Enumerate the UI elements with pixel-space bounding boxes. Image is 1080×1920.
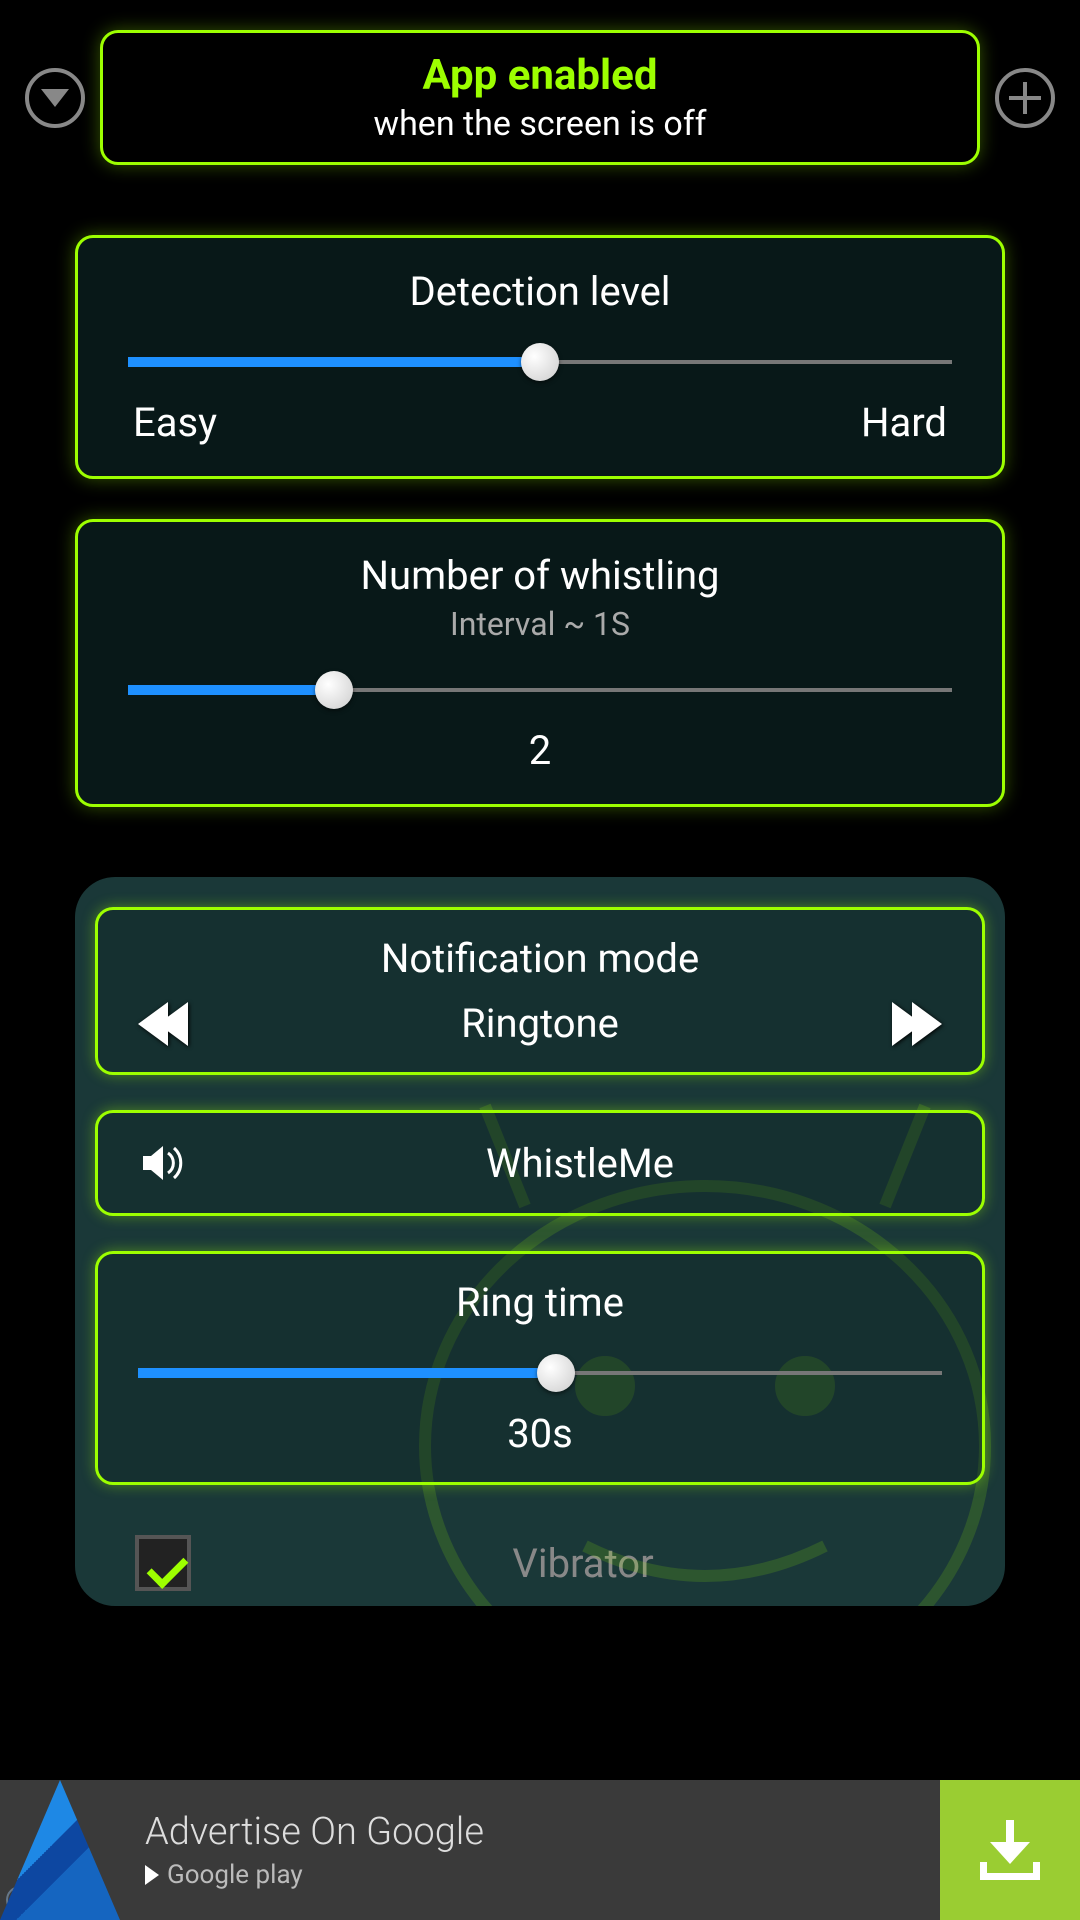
add-button[interactable]	[995, 68, 1055, 128]
notification-mode-card: Notification mode Ringtone	[95, 907, 985, 1075]
ad-store: Google play	[145, 1860, 940, 1890]
ringtime-value: 30s	[138, 1410, 942, 1457]
next-mode-button[interactable]	[912, 1002, 942, 1046]
ringtime-card: Ring time 30s	[95, 1251, 985, 1485]
ad-banner[interactable]: i Advertise On Google Google play	[0, 1780, 1080, 1920]
vibrator-label: Vibrator	[221, 1540, 945, 1587]
whistling-subtitle: Interval ~ 1S	[128, 605, 952, 643]
prev-mode-button[interactable]	[138, 1002, 168, 1046]
detection-slider[interactable]	[128, 353, 952, 371]
vibrator-checkbox[interactable]	[135, 1535, 191, 1591]
plus-icon	[1009, 82, 1041, 114]
sound-name: WhistleMe	[218, 1140, 942, 1187]
detection-card: Detection level Easy Hard	[75, 235, 1005, 479]
download-icon	[980, 1820, 1040, 1880]
detection-min: Easy	[133, 399, 217, 446]
notification-title: Notification mode	[138, 935, 942, 982]
vibrator-row[interactable]: Vibrator	[95, 1520, 985, 1606]
ringtime-title: Ring time	[138, 1279, 942, 1326]
whistling-slider[interactable]	[128, 681, 952, 699]
detection-max: Hard	[861, 399, 947, 446]
ringtime-slider[interactable]	[138, 1364, 942, 1382]
notification-mode: Ringtone	[461, 1000, 619, 1047]
whistling-title: Number of whistling	[128, 552, 952, 599]
detection-title: Detection level	[128, 268, 952, 315]
ad-title: Advertise On Google	[145, 1810, 940, 1854]
status-subtitle: when the screen is off	[123, 104, 957, 144]
collapse-button[interactable]	[25, 68, 85, 128]
ad-download-button[interactable]	[940, 1780, 1080, 1920]
status-banner[interactable]: App enabled when the screen is off	[100, 30, 980, 165]
chevron-down-icon	[41, 89, 69, 107]
play-icon	[145, 1865, 159, 1885]
status-title: App enabled	[123, 51, 957, 100]
whistling-card: Number of whistling Interval ~ 1S 2	[75, 519, 1005, 807]
ad-logo-icon	[0, 1780, 120, 1920]
whistling-value: 2	[128, 727, 952, 774]
sound-card[interactable]: WhistleMe	[95, 1110, 985, 1216]
speaker-icon	[138, 1138, 188, 1188]
